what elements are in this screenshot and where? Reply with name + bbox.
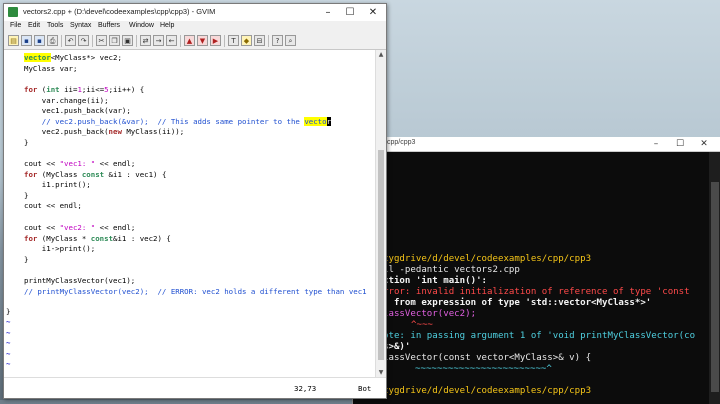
toolbar-separator (180, 35, 181, 47)
code-line: i1->print(); (24, 244, 96, 254)
empty-line-marker: ~ (6, 348, 11, 358)
code-line: for (MyClass * const&i1 : vec2) { (24, 233, 171, 243)
ctags-icon[interactable]: ⊟ (254, 35, 265, 46)
code-line: for (int ii=1;ii<=5;ii++) { (24, 85, 145, 94)
code-line: } (6, 307, 11, 316)
toolbar-separator (268, 35, 269, 47)
code-line: // printMyClassVector(vec2); // ERROR: v… (24, 286, 367, 296)
code-line: cout << endl; (24, 201, 82, 211)
editor-scrollbar[interactable]: ▲ ▼ (375, 50, 386, 378)
find-next-icon[interactable]: → (153, 35, 164, 46)
find-prev-icon[interactable]: ← (166, 35, 177, 46)
terminal-line: rror: invalid initialization of referenc… (383, 287, 690, 297)
load-session-icon[interactable]: ▲ (184, 35, 195, 46)
menu-help[interactable]: Help (160, 22, 174, 29)
replace-icon[interactable]: ⇄ (140, 35, 151, 46)
terminal-line: s>&)' (383, 342, 411, 352)
redo-icon[interactable]: ↷ (78, 35, 89, 46)
toolbar-separator (92, 35, 93, 47)
terminal-line: ' from expression of type 'std::vector<M… (383, 298, 652, 308)
code-line: printMyClassVector(vec1); (24, 276, 136, 285)
save-session-icon[interactable]: ▼ (197, 35, 208, 46)
empty-line-marker: ~ (6, 338, 11, 348)
terminal-line: ~~~~~~~~~~~~~~~~~~~~~~~~^ (415, 364, 552, 374)
terminal-close-button[interactable]: ✕ (693, 137, 715, 151)
save-all-icon[interactable]: ▪ (34, 35, 45, 46)
open-file-icon[interactable]: ▤ (8, 35, 19, 46)
menu-buffers[interactable]: Buffers (98, 22, 120, 29)
terminal-scroll-thumb[interactable] (711, 182, 719, 392)
empty-line-marker: ~ (6, 327, 11, 337)
terminal-maximize-button[interactable]: ☐ (669, 137, 691, 151)
save-icon[interactable]: ▪ (21, 35, 32, 46)
terminal-titlebar[interactable]: cpp/cpp3 – ☐ ✕ (353, 137, 720, 152)
code-line: } (24, 138, 29, 147)
cursor-position: 32,73 (294, 384, 317, 393)
terminal-title: cpp/cpp3 (387, 139, 416, 146)
terminal-minimize-button[interactable]: – (645, 137, 667, 151)
undo-icon[interactable]: ↶ (65, 35, 76, 46)
shell-icon[interactable]: ◆ (241, 35, 252, 46)
terminal-line: ll -pedantic vectors2.cpp (383, 265, 520, 275)
code-line: MyClass var; (24, 63, 78, 73)
code-line: for (MyClass const &i1 : vec1) { (24, 169, 167, 179)
code-line: vector<MyClass*> vec2; (24, 53, 122, 62)
code-line: vec1.push_back(var); (24, 106, 131, 116)
menu-bar: File Edit Tools Syntax Buffers Window He… (4, 21, 386, 33)
menu-edit[interactable]: Edit (28, 22, 40, 29)
gvim-titlebar[interactable]: vectors2.cpp + (D:\devel\codeexamples\cp… (4, 4, 386, 21)
minimize-button[interactable]: – (316, 4, 340, 21)
find-help-icon[interactable]: ⌕ (285, 35, 296, 46)
code-line: cout << "vec2: " << endl; (24, 223, 136, 232)
copy-icon[interactable]: ❐ (109, 35, 120, 46)
code-line: } (24, 190, 29, 200)
terminal-line: ^~~~ (411, 320, 433, 330)
terminal-line: ction 'int main()': (383, 276, 488, 286)
maximize-button[interactable]: ☐ (338, 4, 362, 21)
terminal-window[interactable]: cpp/cpp3 – ☐ ✕ cygdrive/d/devel/codeexam… (352, 137, 720, 404)
terminal-line: lassVector(vec2); (383, 309, 477, 319)
scroll-up-icon[interactable]: ▲ (376, 50, 386, 60)
paste-icon[interactable]: ▣ (122, 35, 133, 46)
terminal-output[interactable]: cygdrive/d/devel/codeexamples/cpp/cpp3 l… (353, 152, 720, 404)
menu-tools[interactable]: Tools (47, 22, 63, 29)
vim-logo-icon (8, 7, 18, 17)
print-icon[interactable]: ⎙ (47, 35, 58, 46)
close-button[interactable]: ✕ (361, 4, 385, 21)
terminal-line: cygdrive/d/devel/codeexamples/cpp/cpp3 (383, 386, 592, 396)
editor-area[interactable]: vector<MyClass*> vec2; MyClass var; for … (4, 50, 376, 378)
help-icon[interactable]: ? (272, 35, 283, 46)
menu-file[interactable]: File (10, 22, 21, 29)
terminal-line: ote: in passing argument 1 of 'void prin… (383, 331, 696, 341)
code-line: cout << "vec1: " << endl; (24, 159, 136, 168)
toolbar-separator (136, 35, 137, 47)
run-script-icon[interactable]: ▶ (210, 35, 221, 46)
scroll-indicator: Bot (358, 384, 372, 393)
cut-icon[interactable]: ✂ (96, 35, 107, 46)
menu-syntax[interactable]: Syntax (70, 22, 91, 29)
empty-line-marker: ~ (6, 359, 11, 369)
make-icon[interactable]: T (228, 35, 239, 46)
code-line: var.change(ii); (24, 95, 109, 105)
terminal-scrollbar[interactable] (709, 152, 720, 404)
code-line: vec2.push_back(new MyClass(ii)); (24, 127, 185, 137)
window-title: vectors2.cpp + (D:\devel\codeexamples\cp… (23, 7, 216, 16)
empty-line-marker: ~ (6, 317, 11, 326)
code-line: i1.print(); (24, 180, 91, 190)
menu-window[interactable]: Window (129, 22, 154, 29)
toolbar: ▤ ▪ ▪ ⎙ ↶ ↷ ✂ ❐ ▣ ⇄ → ← ▲ ▼ ▶ T ◆ ⊟ ? ⌕ (4, 33, 386, 50)
scroll-thumb[interactable] (378, 150, 384, 360)
code-line: } (24, 254, 29, 264)
gvim-window[interactable]: vectors2.cpp + (D:\devel\codeexamples\cp… (3, 3, 387, 399)
code-line: // vec2.push_back(&var); // This adds sa… (24, 116, 332, 126)
toolbar-separator (61, 35, 62, 47)
status-line: 32,73 Bot (4, 377, 386, 398)
toolbar-separator (224, 35, 225, 47)
terminal-line: lassVector(const vector<MyClass>& v) { (383, 353, 592, 363)
terminal-line: cygdrive/d/devel/codeexamples/cpp/cpp3 (383, 254, 592, 264)
